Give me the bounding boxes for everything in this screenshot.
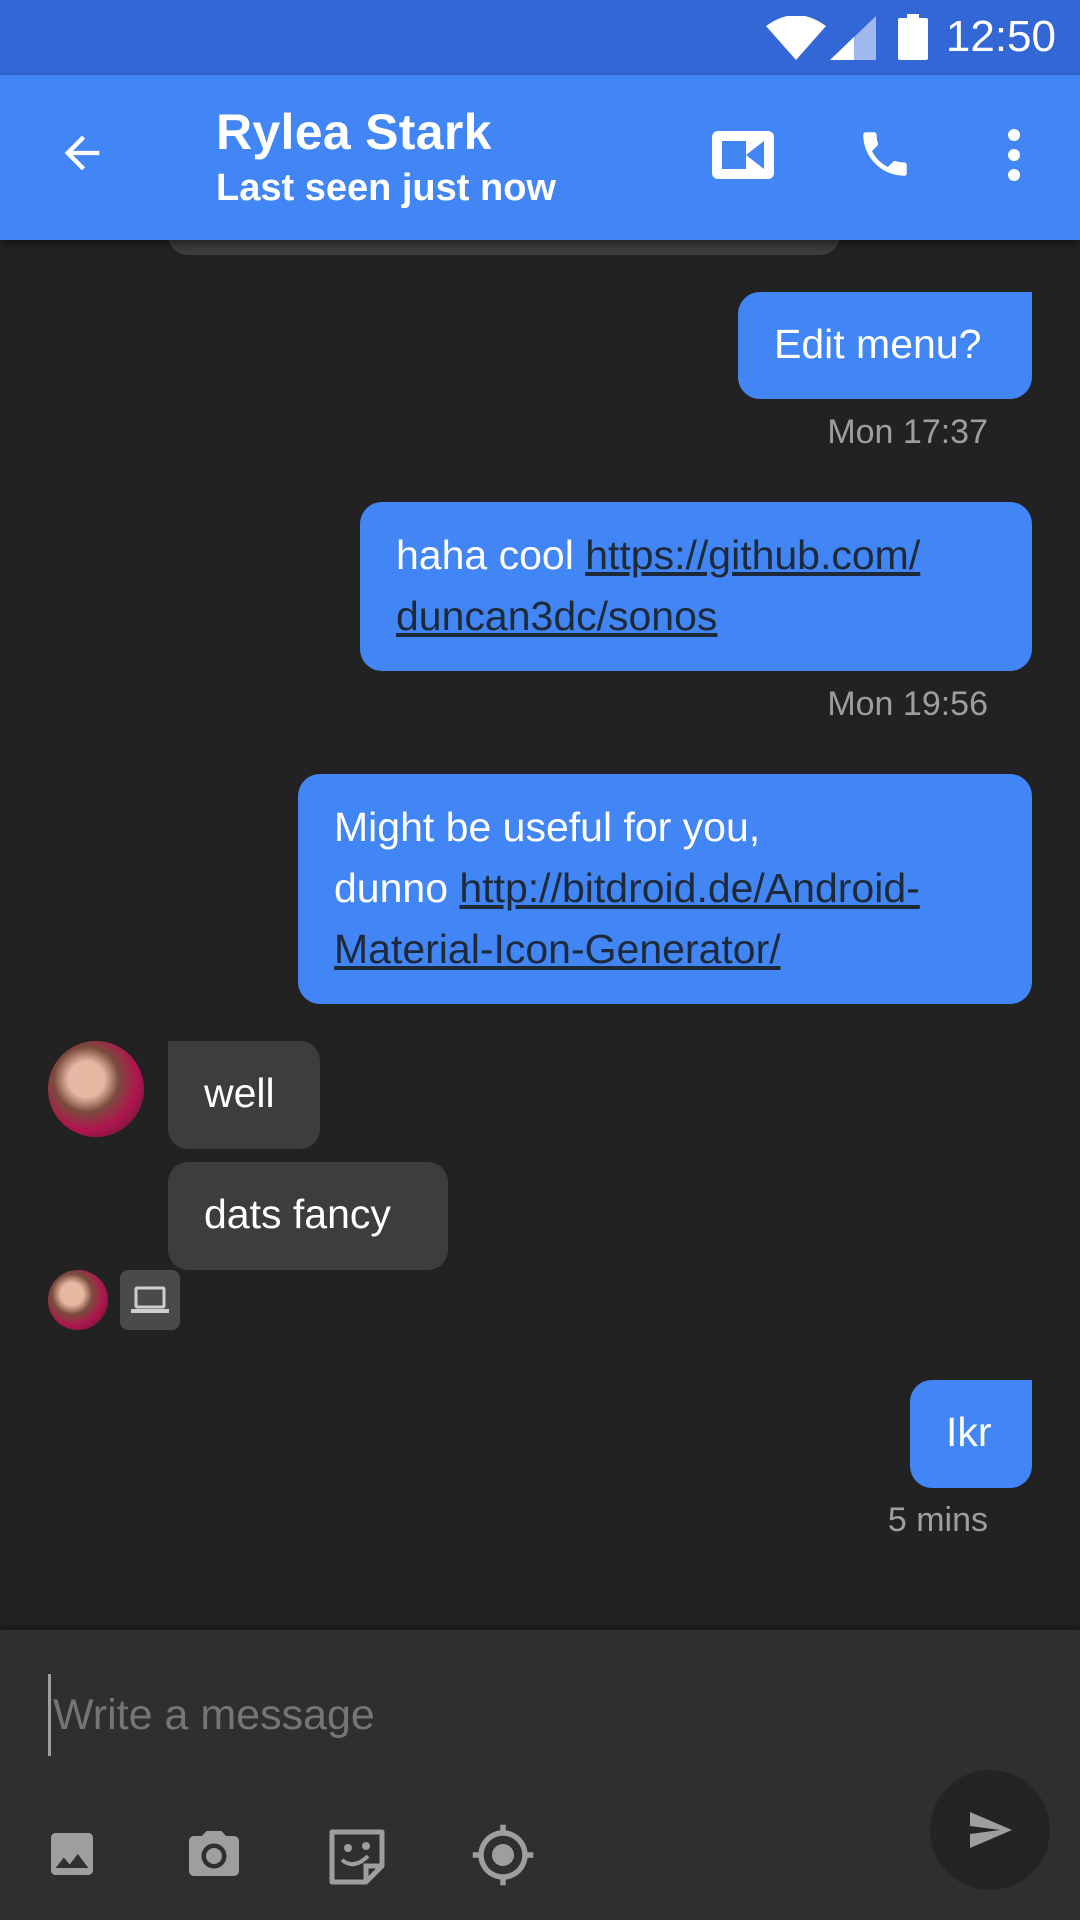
message-text: Ikr <box>946 1409 992 1455</box>
message-text: dats fancy <box>204 1191 391 1237</box>
camera-icon[interactable] <box>182 1826 246 1886</box>
message-list[interactable]: Edit menu? Mon 17:37 haha cool https://g… <box>0 240 1080 1630</box>
wifi-icon <box>766 16 826 60</box>
contact-name[interactable]: Rylea Stark <box>216 103 492 161</box>
message-outgoing[interactable]: haha cool https://github.com/duncan3dc/s… <box>360 502 1032 671</box>
message-text: Might be useful for you, <box>334 804 761 850</box>
message-link-line[interactable]: Material-Icon-Generator/ <box>334 926 781 972</box>
message-link-line[interactable]: https://github.com/ <box>585 532 920 578</box>
last-seen-status: Last seen just now <box>216 167 556 209</box>
message-incoming-partial[interactable] <box>168 240 840 255</box>
device-indicator <box>120 1270 180 1330</box>
message-text: well <box>204 1070 275 1116</box>
image-icon[interactable] <box>44 1826 100 1882</box>
message-timestamp: 5 mins <box>887 1501 988 1539</box>
video-call-icon[interactable] <box>712 127 774 183</box>
message-incoming[interactable]: well <box>168 1041 320 1149</box>
laptop-icon <box>131 1286 169 1313</box>
message-incoming[interactable]: dats fancy <box>168 1162 448 1270</box>
battery-icon <box>898 14 928 60</box>
read-receipt-avatar <box>48 1270 108 1330</box>
message-timestamp: Mon 19:56 <box>827 685 988 723</box>
clock: 12:50 <box>945 12 1056 61</box>
app-bar: Rylea Stark Last seen just now <box>0 75 1080 240</box>
send-button[interactable] <box>930 1770 1050 1890</box>
message-link-line[interactable]: duncan3dc/sonos <box>396 593 717 639</box>
send-icon <box>970 1812 1012 1848</box>
sticker-icon[interactable] <box>326 1826 388 1888</box>
message-text: Edit menu? <box>774 321 982 367</box>
back-arrow-icon[interactable] <box>56 127 108 179</box>
message-text: haha cool <box>396 532 586 578</box>
message-outgoing[interactable]: Edit menu? <box>738 292 1032 399</box>
more-vert-icon[interactable] <box>994 125 1034 185</box>
message-input[interactable] <box>48 1674 855 1756</box>
message-outgoing[interactable]: Ikr <box>910 1380 1032 1488</box>
phone-icon[interactable] <box>856 125 914 183</box>
location-icon[interactable] <box>470 1822 536 1888</box>
message-text: dunno <box>334 865 460 911</box>
status-bar: 12:50 <box>0 0 1080 75</box>
message-link-line[interactable]: http://bitdroid.de/Android- <box>459 865 919 911</box>
signal-icon <box>830 16 876 60</box>
message-timestamp: Mon 17:37 <box>827 413 988 451</box>
message-composer <box>0 1630 1080 1920</box>
avatar <box>48 1041 144 1137</box>
message-outgoing[interactable]: Might be useful for you, dunno http://bit… <box>298 774 1032 1004</box>
